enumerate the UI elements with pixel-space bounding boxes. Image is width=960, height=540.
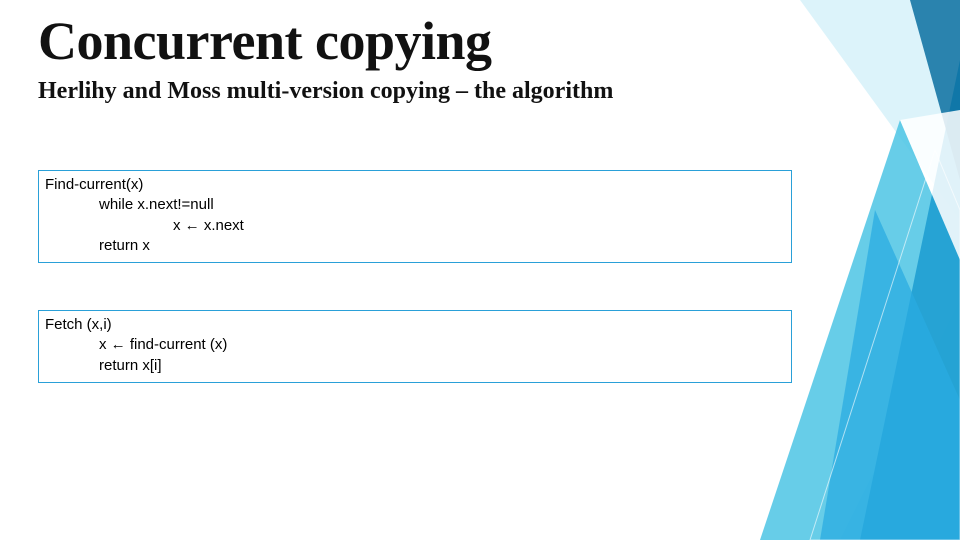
code-line: Find-current(x) xyxy=(45,175,785,195)
slide-title: Concurrent copying xyxy=(38,10,492,72)
decorative-triangles xyxy=(700,0,960,540)
code-line: x ← x.next xyxy=(45,216,785,236)
code-line: while x.next!=null xyxy=(45,195,785,215)
code-line: return x[i] xyxy=(45,356,785,376)
code-line: return x xyxy=(45,236,785,256)
code-line: x ← find-current (x) xyxy=(45,335,785,355)
code-line: Fetch (x,i) xyxy=(45,315,785,335)
code-block-fetch: Fetch (x,i) x ← find-current (x) return … xyxy=(38,310,792,383)
code-block-find-current: Find-current(x) while x.next!=null x ← x… xyxy=(38,170,792,263)
slide-subtitle: Herlihy and Moss multi-version copying –… xyxy=(38,78,613,105)
slide: Concurrent copying Herlihy and Moss mult… xyxy=(0,0,960,540)
